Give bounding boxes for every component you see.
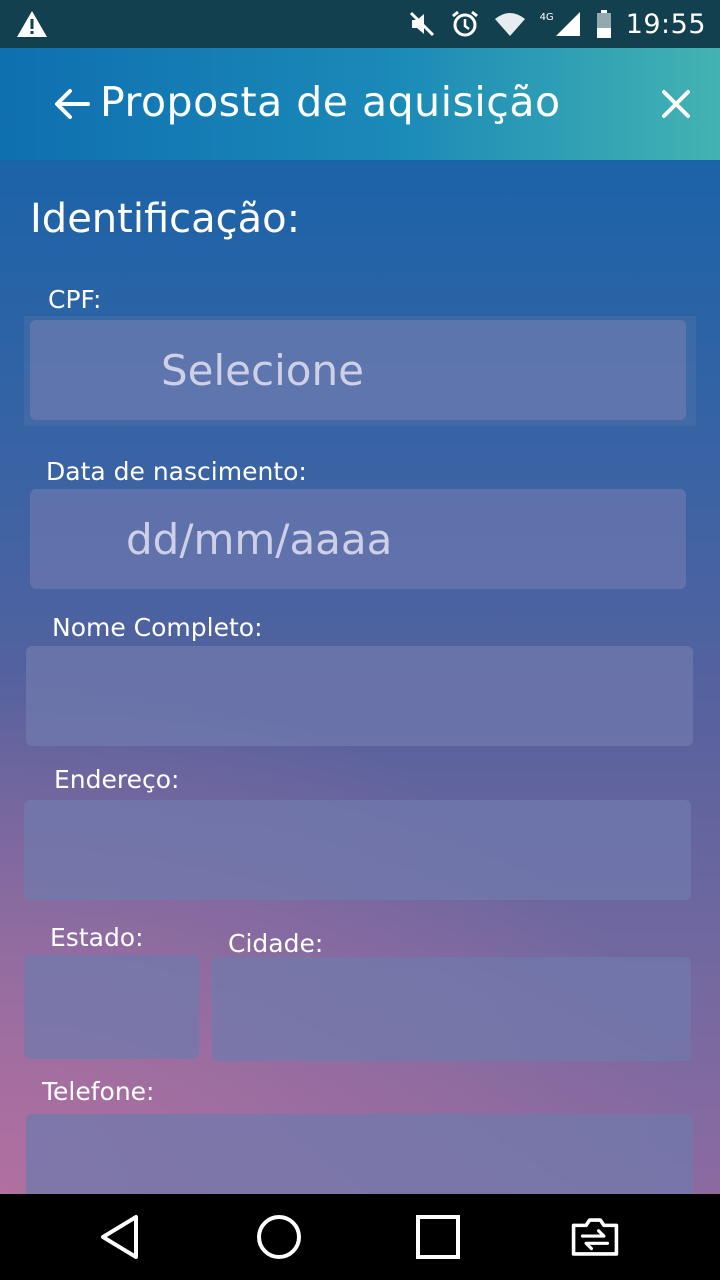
full-name-label: Nome Completo: [52, 613, 263, 642]
status-bar: 4G 19:55 [0, 0, 720, 48]
mute-icon [409, 11, 434, 37]
network-type: 4G [539, 11, 554, 23]
back-triangle-icon[interactable] [96, 1212, 146, 1262]
birth-date-placeholder: dd/mm/aaaa [126, 514, 393, 564]
app-bar: Proposta de aquisição [0, 48, 720, 160]
navigation-bar [0, 1194, 720, 1280]
home-circle-icon[interactable] [254, 1212, 304, 1262]
recents-square-icon[interactable] [413, 1212, 463, 1262]
city-label: Cidade: [228, 929, 324, 958]
form-content: Identificação: CPF: Selecione Data de na… [0, 160, 720, 1194]
wifi-icon [494, 13, 525, 36]
city-field[interactable] [212, 957, 691, 1061]
address-field[interactable] [24, 800, 691, 900]
close-icon[interactable] [656, 84, 696, 124]
battery-icon [596, 10, 611, 38]
signal-icon [555, 12, 580, 36]
full-name-field[interactable] [26, 646, 693, 746]
state-label: Estado: [50, 923, 144, 952]
arrow-left-icon[interactable] [52, 84, 92, 124]
clock: 19:55 [625, 8, 706, 40]
birth-date-label: Data de nascimento: [46, 457, 307, 486]
alarm-icon [451, 10, 478, 37]
phone-label: Telefone: [42, 1077, 155, 1106]
address-label: Endereço: [54, 765, 180, 794]
section-title: Identificação: [30, 196, 301, 242]
cpf-select-value: Selecione [161, 345, 364, 395]
phone-field[interactable] [26, 1114, 693, 1194]
page-title: Proposta de aquisição [100, 78, 561, 126]
switch-camera-icon[interactable] [570, 1212, 620, 1262]
cpf-select[interactable]: Selecione [30, 320, 686, 420]
warning-icon [17, 11, 47, 37]
birth-date-field[interactable]: dd/mm/aaaa [30, 489, 686, 589]
state-field[interactable] [24, 955, 199, 1059]
cpf-label: CPF: [48, 285, 102, 314]
